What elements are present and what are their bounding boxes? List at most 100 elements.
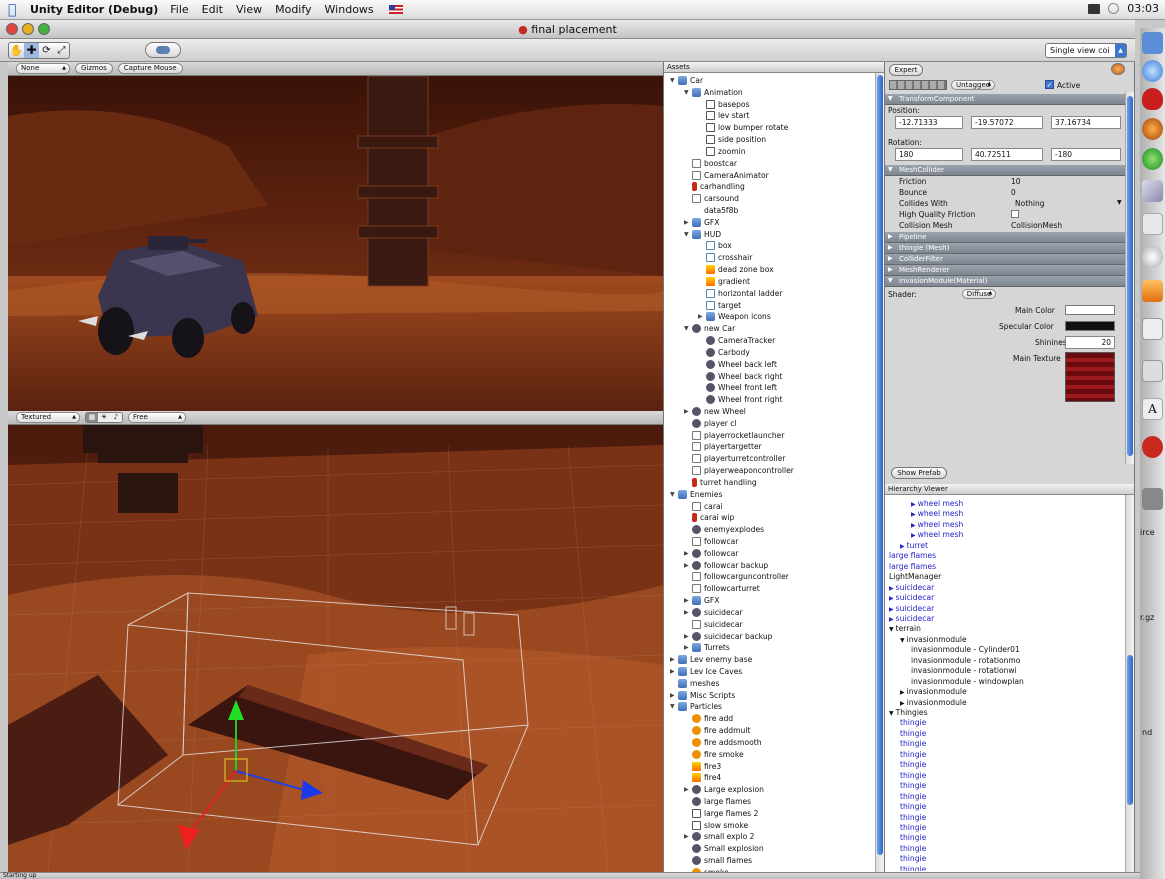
app-dock-icon-4[interactable] [1142,180,1163,202]
hierarchy-item[interactable]: ▶ wheel mesh [911,499,963,508]
disclosure-open-icon[interactable]: ▼ [684,89,692,96]
hierarchy-item[interactable]: large flames [889,551,936,560]
app-dock-icon-8[interactable] [1142,318,1163,340]
move-tool-icon[interactable]: ✚ [24,43,39,58]
meshrenderer-header[interactable]: MeshRenderer [885,265,1127,276]
asset-item[interactable]: ▶ Lev enemy base [664,654,752,665]
disclosure-closed-icon[interactable]: ▶ [900,543,905,550]
hierarchy-item[interactable]: ▶ invasionmodule [900,698,967,707]
asset-item[interactable]: ▶ Large explosion [664,784,764,795]
asset-item[interactable]: ▼ Particles [664,701,722,712]
asset-item[interactable]: ▼ Car [664,75,703,86]
specular-color-swatch[interactable] [1065,321,1115,331]
play-toggle-button[interactable] [145,42,181,58]
asset-item[interactable]: suicidecar [664,619,743,630]
asset-item[interactable]: ▶ followcar backup [664,560,768,571]
hierarchy-item[interactable]: thingie [900,813,926,822]
asset-item[interactable]: ▶ Misc Scripts [664,690,735,701]
asset-item[interactable]: large flames 2 [664,808,758,819]
hierarchy-item[interactable]: ▼ Thingies [889,708,928,717]
colliderfilter-header[interactable]: ColliderFilter [885,254,1127,265]
apple-menu-icon[interactable]:  [8,2,24,18]
capture-mouse-button[interactable]: Capture Mouse [117,63,183,74]
disclosure-closed-icon[interactable]: ▶ [684,562,692,569]
hierarchy-item[interactable]: LightManager [889,572,941,581]
disclosure-open-icon[interactable]: ▼ [684,231,692,238]
disclosure-closed-icon[interactable]: ▶ [684,786,692,793]
thingie-mesh-header[interactable]: thingie (Mesh) [885,243,1127,254]
asset-item[interactable]: Small explosion [664,843,764,854]
asset-item[interactable]: fire4 [664,772,721,783]
disclosure-open-icon[interactable]: ▼ [670,491,678,498]
asset-item[interactable]: data5f8b [664,205,738,216]
asset-item[interactable]: ▶ suicidecar backup [664,631,772,642]
asset-item[interactable]: player cl [664,418,737,429]
asset-item[interactable]: Wheel front left [664,382,777,393]
position-x-field[interactable]: -12.71333 [895,116,963,129]
hierarchy-scrollbar[interactable] [1125,495,1134,872]
disclosure-closed-icon[interactable]: ▶ [889,595,894,602]
hierarchy-item[interactable]: ▶ turret [900,541,928,550]
collision-mesh-value[interactable]: CollisionMesh [1011,221,1062,230]
asset-item[interactable]: basepos [664,99,750,110]
disclosure-closed-icon[interactable]: ▶ [684,644,692,651]
disclosure-closed-icon[interactable]: ▶ [684,219,692,226]
asset-item[interactable]: enemyexplodes [664,524,764,535]
asset-item[interactable]: ▶ suicidecar [664,607,743,618]
game-view[interactable] [8,76,663,411]
position-y-field[interactable]: -19.57072 [971,116,1043,129]
rotate-tool-icon[interactable]: ⟳ [39,43,54,58]
position-z-field[interactable]: 37.16734 [1051,116,1121,129]
asset-item[interactable]: Wheel back right [664,371,783,382]
hierarchy-item[interactable]: ▶ suicidecar [889,593,934,602]
asset-item[interactable]: ▶ followcar [664,548,738,559]
asset-item[interactable]: playerturretcontroller [664,453,785,464]
disclosure-open-icon[interactable]: ▼ [900,637,905,644]
assets-scroll-thumb[interactable] [877,75,883,855]
asset-item[interactable]: Wheel back left [664,359,777,370]
shader-popup[interactable]: Diffuse ▲ [961,289,997,299]
disclosure-open-icon[interactable]: ▼ [889,710,894,717]
hierarchy-item[interactable]: ▶ wheel mesh [911,530,963,539]
asset-item[interactable]: ▼ Animation [664,87,743,98]
disclosure-closed-icon[interactable]: ▶ [670,668,678,675]
asset-item[interactable]: ▶ Weapon icons [664,311,771,322]
asset-item[interactable]: carai wip [664,512,734,523]
hierarchy-item[interactable]: invasionmodule - Cylinder01 [911,645,1020,654]
app-dock-icon-6[interactable] [1142,246,1163,268]
bounce-value[interactable]: 0 [1011,188,1016,197]
asset-item[interactable]: fire smoke [664,749,744,760]
safari-dock-icon[interactable] [1142,60,1163,82]
hierarchy-item[interactable]: ▶ invasionmodule [900,687,967,696]
asset-item[interactable]: Carbody [664,347,750,358]
asset-item[interactable]: gradient [664,276,750,287]
app-dock-icon-3[interactable] [1142,148,1163,170]
hierarchy-item[interactable]: thingie [900,760,926,769]
menu-windows[interactable]: Windows [325,3,374,16]
asset-item[interactable]: low bumper rotate [664,122,788,133]
asset-item[interactable]: crosshair [664,252,752,263]
layer-buttons[interactable] [889,80,947,90]
disclosure-closed-icon[interactable]: ▶ [911,501,916,508]
disclosure-closed-icon[interactable]: ▶ [684,408,692,415]
rotation-x-field[interactable]: 180 [895,148,963,161]
disclosure-open-icon[interactable]: ▼ [889,626,894,633]
lock-icon[interactable] [1111,63,1125,75]
asset-item[interactable]: side position [664,134,766,145]
asset-item[interactable]: box [664,240,732,251]
asset-item[interactable]: ▶ small explo 2 [664,831,755,842]
asset-item[interactable]: ▶ new Wheel [664,406,746,417]
asset-item[interactable]: ▶ GFX [664,217,719,228]
disclosure-closed-icon[interactable]: ▶ [889,585,894,592]
disclosure-closed-icon[interactable]: ▶ [684,833,692,840]
asset-item[interactable]: ▶ GFX [664,595,719,606]
asset-item[interactable]: horizontal ladder [664,288,783,299]
asset-item[interactable]: CameraTracker [664,335,775,346]
app-menu[interactable]: Unity Editor (Debug) [30,3,158,16]
collides-with-value[interactable]: Nothing [1015,199,1045,208]
rotation-y-field[interactable]: 40.72511 [971,148,1043,161]
disclosure-closed-icon[interactable]: ▶ [670,692,678,699]
shininess-field[interactable]: 20 [1065,336,1115,349]
hierarchy-item[interactable]: thingie [900,823,926,832]
hierarchy-item[interactable]: thingie [900,854,926,863]
